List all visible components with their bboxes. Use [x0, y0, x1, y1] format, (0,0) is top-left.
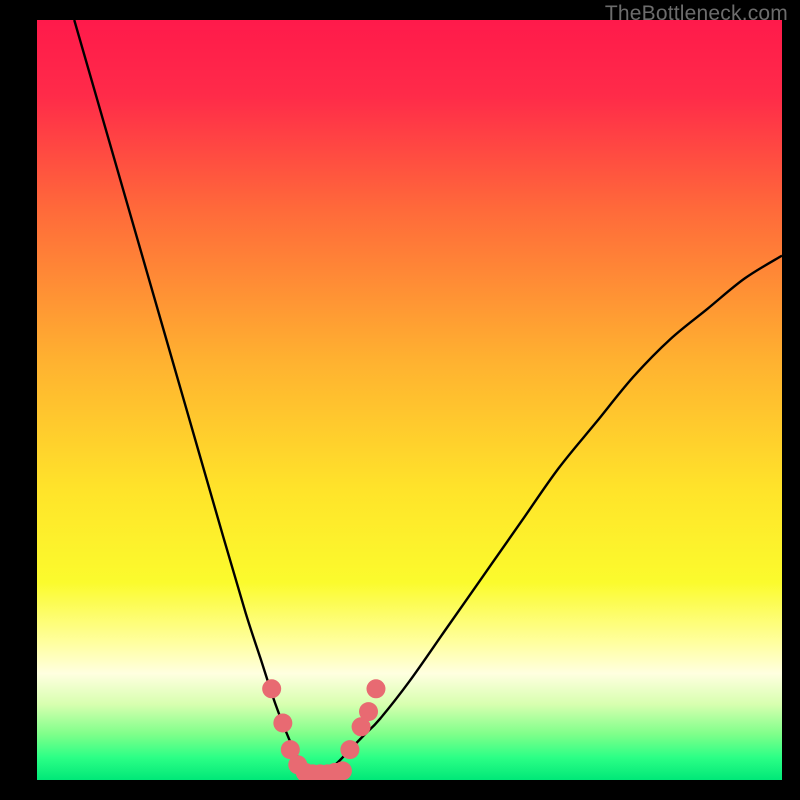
marker-dot [262, 679, 281, 698]
chart-stage: TheBottleneck.com [0, 0, 800, 800]
marker-dot [333, 761, 352, 780]
chart-svg [37, 20, 782, 780]
marker-dot [340, 740, 359, 759]
marker-dot [359, 702, 378, 721]
marker-dot [366, 679, 385, 698]
marker-dot [273, 714, 292, 733]
plot-area [37, 20, 782, 780]
gradient-rect [37, 20, 782, 780]
